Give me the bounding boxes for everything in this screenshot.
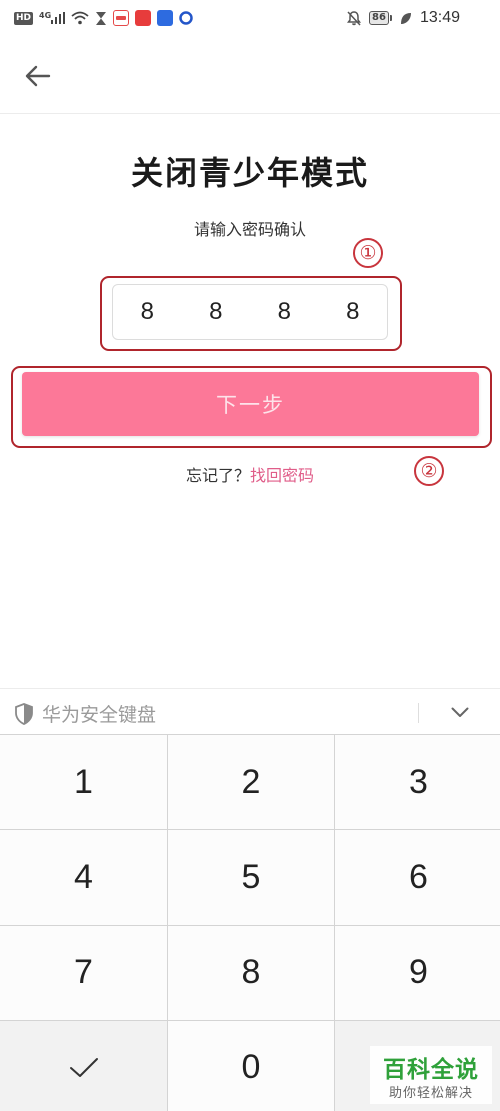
status-time: 13:49 — [419, 9, 460, 26]
forgot-password-line: 忘记了？找回密码 — [0, 462, 500, 486]
chevron-down-icon — [451, 707, 469, 717]
watermark: 百科全说 助你轻松解决 — [370, 1046, 492, 1104]
keyboard-header-divider — [418, 703, 419, 723]
key-5[interactable]: 5 — [168, 830, 334, 925]
status-bar: HD 4G 86 13:49 — [0, 0, 500, 36]
key-8[interactable]: 8 — [168, 925, 334, 1020]
key-4[interactable]: 4 — [0, 830, 167, 925]
pin-digit: 8 — [209, 298, 223, 325]
keyboard-header: 华为安全键盘 — [0, 688, 500, 734]
key-2[interactable]: 2 — [168, 735, 334, 830]
page-title: 关闭青少年模式 — [130, 154, 369, 192]
mute-bell-icon — [347, 10, 362, 26]
back-button[interactable] — [18, 56, 58, 96]
key-confirm[interactable] — [0, 1020, 167, 1111]
network-type: 4G — [39, 11, 52, 20]
pin-digit: 8 — [346, 298, 360, 325]
keyboard-brand: 华为安全键盘 — [14, 700, 156, 727]
app-notification-icon-red — [113, 10, 130, 26]
status-right-icons: 86 13:49 — [347, 9, 460, 27]
instruction-text: 请输入密码确认 — [193, 220, 306, 239]
app-notification-icon-blue — [157, 10, 174, 26]
key-9[interactable]: 9 — [335, 925, 500, 1020]
app-notification-icon-redbox — [135, 10, 152, 26]
hd-badge: HD — [14, 11, 34, 25]
app-notification-icon-ring — [179, 11, 193, 25]
pin-digit: 8 — [140, 298, 154, 325]
hourglass-icon — [96, 11, 107, 25]
forgot-text: 忘记了？ — [185, 466, 250, 485]
battery-icon: 86 — [369, 11, 392, 25]
key-1[interactable]: 1 — [0, 735, 167, 830]
next-button[interactable]: 下一步 — [22, 372, 479, 436]
keyboard-collapse-button[interactable] — [440, 697, 480, 727]
key-3[interactable]: 3 — [335, 735, 500, 830]
shield-icon — [15, 702, 33, 725]
watermark-subtitle: 助你轻松解决 — [388, 1086, 473, 1101]
key-7[interactable]: 7 — [0, 925, 167, 1020]
status-left-icons: HD 4G — [14, 9, 193, 27]
signal-icon: 4G — [39, 11, 66, 24]
nav-bar — [0, 36, 500, 114]
back-arrow-icon — [25, 65, 51, 87]
wifi-icon — [71, 11, 89, 25]
keyboard-brand-label: 华为安全键盘 — [42, 704, 157, 726]
key-0[interactable]: 0 — [168, 1020, 334, 1111]
pin-digit: 8 — [277, 298, 291, 325]
battery-level: 86 — [369, 11, 389, 25]
leaf-icon — [400, 12, 411, 24]
key-6[interactable]: 6 — [335, 830, 500, 925]
annotation-marker-1: ① — [353, 238, 383, 268]
pin-input[interactable]: 8 8 8 8 — [112, 284, 388, 340]
recover-password-link[interactable]: 找回密码 — [250, 466, 314, 485]
checkmark-icon — [69, 1057, 98, 1077]
watermark-title: 百科全说 — [383, 1057, 479, 1083]
